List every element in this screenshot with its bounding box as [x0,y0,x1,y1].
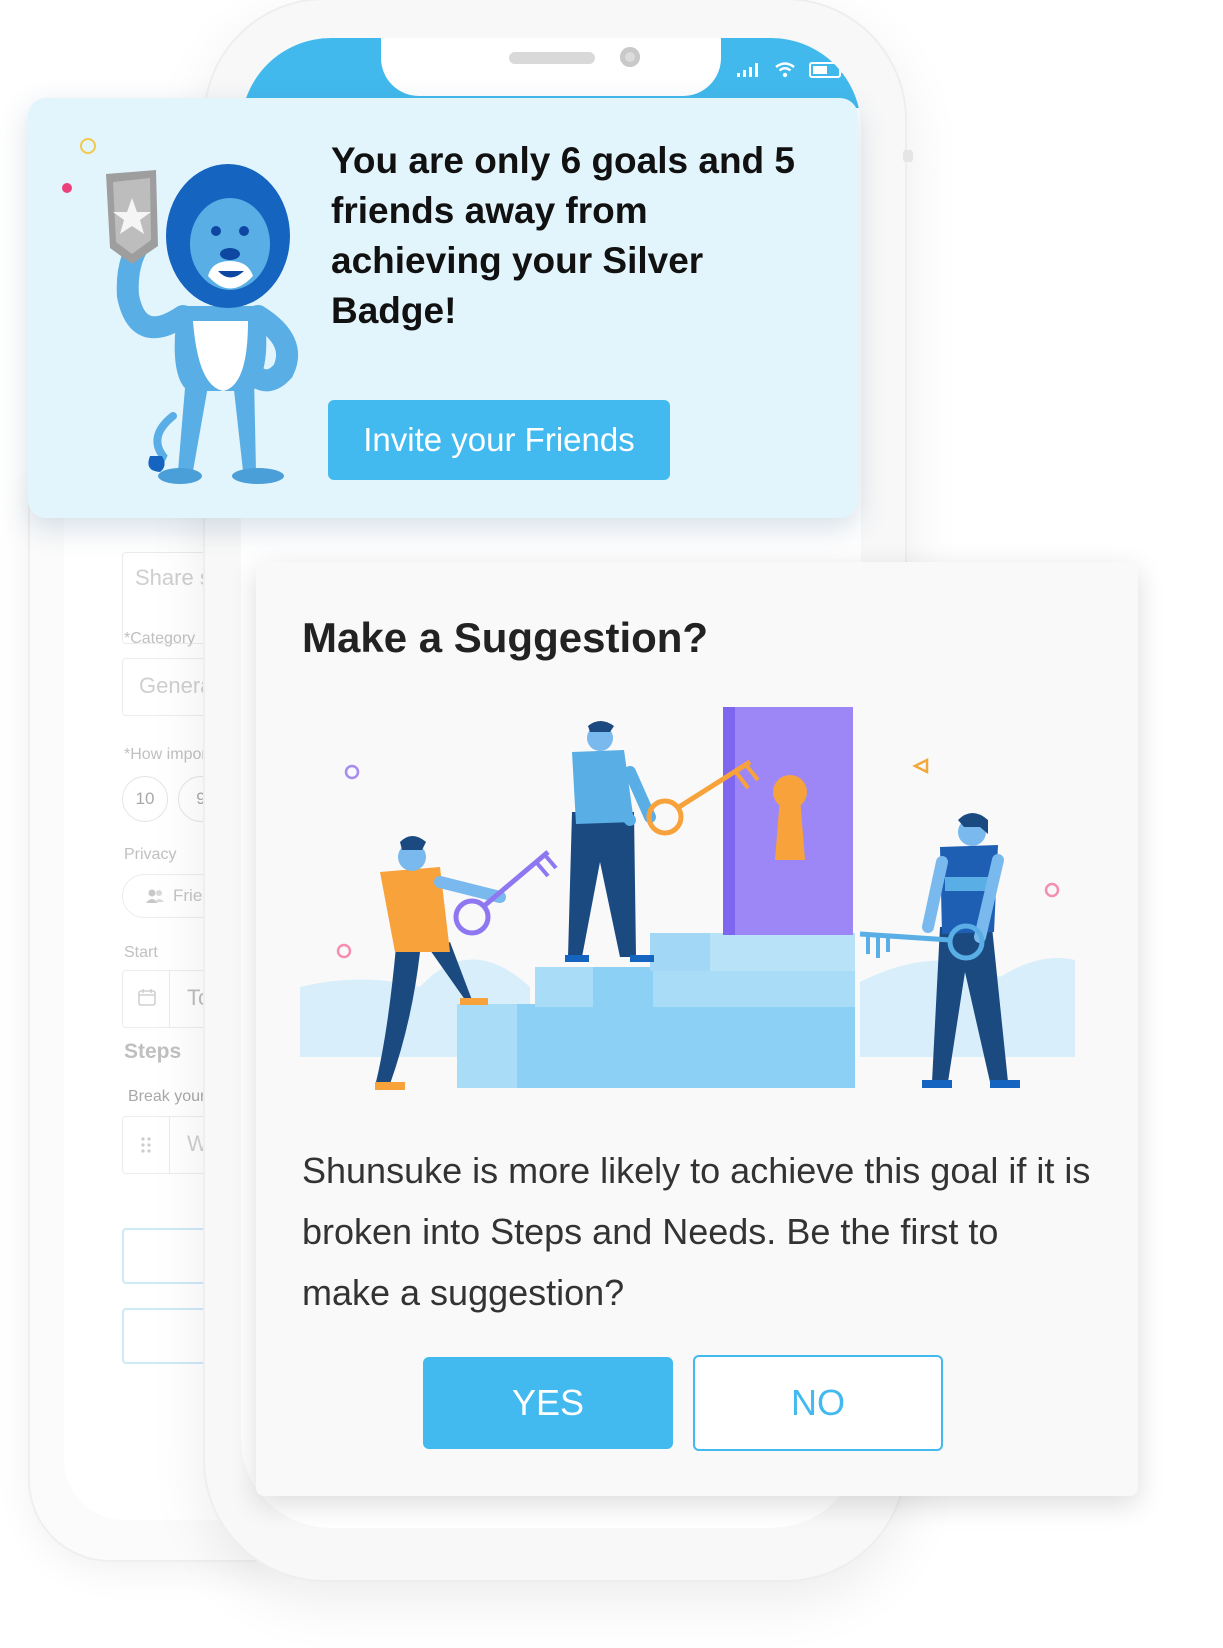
side-button [903,150,913,162]
badge-progress-card: You are only 6 goals and 5 friends away … [28,98,858,518]
status-icons [737,62,845,78]
start-label: Start [124,944,158,961]
category-label: *Category [124,630,196,647]
importance-option-10[interactable]: 10 [122,776,168,822]
no-button[interactable]: NO [693,1355,943,1451]
phone-notch [381,38,721,96]
wifi-icon [775,62,795,78]
calendar-icon [138,989,156,1006]
suggestion-body: Shunsuke is more likely to achieve this … [302,1150,1091,1313]
drag-handle-icon[interactable] [139,1135,153,1155]
suggestion-dialog: Make a Suggestion? Shunsuke is more like… [256,562,1138,1496]
battery-icon [809,62,844,78]
signal-icon [737,63,758,77]
badge-message: You are only 6 goals and 5 friends away … [331,140,795,331]
friends-icon [146,889,164,903]
lion-holding-badge-icon [62,138,298,484]
speaker-icon [509,52,595,64]
people-climbing-stairs-with-keys-illustration [300,707,1075,1090]
privacy-label: Privacy [124,846,177,863]
invite-friends-button[interactable]: Invite your Friends [328,400,670,480]
steps-heading: Steps [124,1040,182,1063]
camera-icon [620,47,640,67]
suggestion-title: Make a Suggestion? [302,614,709,661]
yes-button[interactable]: YES [423,1357,673,1449]
